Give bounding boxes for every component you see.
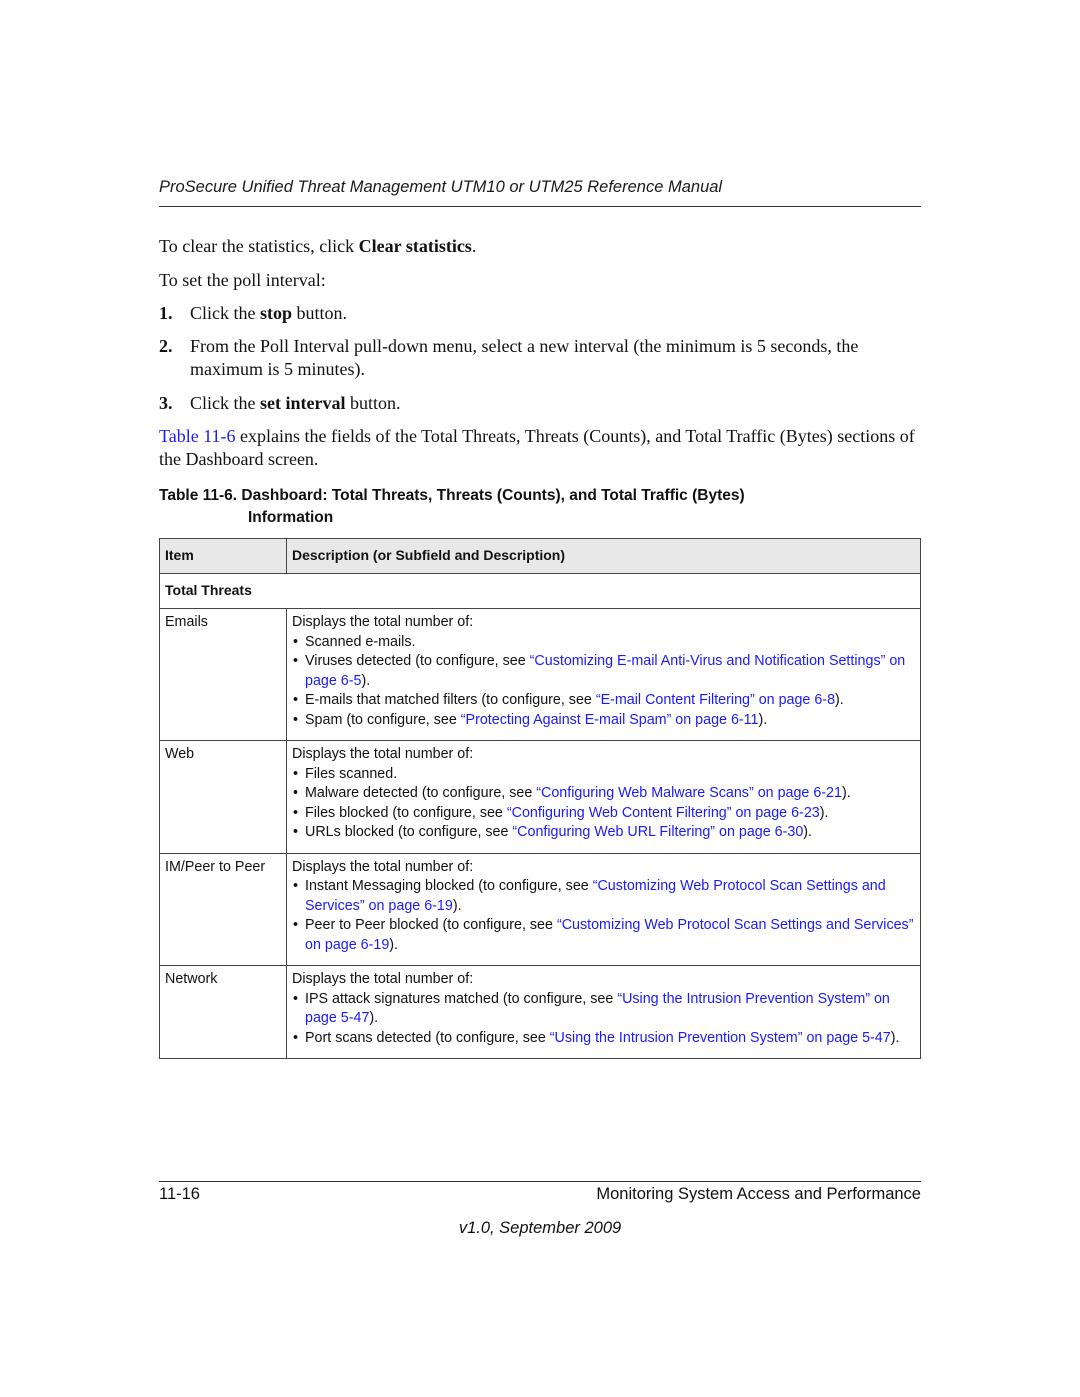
bullet-item: Peer to Peer blocked (to configure, see … bbox=[292, 916, 915, 955]
bullet-text: Viruses detected (to configure, see bbox=[305, 653, 530, 669]
bullet-item: Instant Messaging blocked (to configure,… bbox=[292, 877, 915, 916]
bullet-text-end: ). bbox=[452, 897, 462, 914]
running-header: ProSecure Unified Threat Management UTM1… bbox=[159, 178, 723, 196]
description-cell: Displays the total number of: Scanned e-m… bbox=[286, 608, 921, 741]
bullet-text-end: ). bbox=[758, 711, 768, 728]
text: explains the fields of the Total Threats… bbox=[159, 426, 915, 469]
description-intro: Displays the total number of: bbox=[292, 858, 474, 875]
bullet-text: Files scanned. bbox=[305, 765, 398, 782]
text: Click the bbox=[190, 393, 260, 413]
bullet-text: Instant Messaging blocked (to configure,… bbox=[305, 878, 593, 894]
bullet-item: E-mails that matched filters (to configu… bbox=[292, 691, 915, 711]
table-reference-paragraph: Table 11-6 explains the fields of the To… bbox=[159, 425, 921, 471]
header-divider bbox=[159, 206, 921, 207]
bullet-text: Spam (to configure, see bbox=[305, 711, 461, 728]
column-header-item: Item bbox=[159, 538, 287, 574]
version-date: v1.0, September 2009 bbox=[458, 1219, 622, 1237]
table-header-row: Item Description (or Subfield and Descri… bbox=[159, 538, 921, 574]
cross-reference-link[interactable]: “Configuring Web Content Filtering” on p… bbox=[507, 805, 820, 821]
bullet-item: Malware detected (to configure, see “Con… bbox=[292, 784, 915, 804]
bullet-text: Scanned e-mails. bbox=[305, 633, 416, 650]
bullet-item: IPS attack signatures matched (to config… bbox=[292, 990, 915, 1029]
item-cell: IM/Peer to Peer bbox=[159, 852, 287, 966]
caption-line-1: Table 11-6. Dashboard: Total Threats, Th… bbox=[159, 487, 745, 504]
item-cell: Emails bbox=[159, 608, 287, 741]
column-header-description: Description (or Subfield and Description… bbox=[286, 538, 921, 574]
caption-line-2: Information bbox=[248, 509, 334, 526]
section-row: Total Threats bbox=[159, 573, 921, 609]
step-number: 2. bbox=[159, 336, 173, 356]
bullet-text: E-mails that matched filters (to configu… bbox=[305, 692, 596, 708]
text: button. bbox=[345, 393, 401, 413]
cross-reference-link[interactable]: “E-mail Content Filtering” on page 6-8 bbox=[596, 692, 835, 708]
bullet-item: Viruses detected (to configure, see “Cus… bbox=[292, 652, 915, 691]
description-cell: Displays the total number of: Files scann… bbox=[286, 740, 921, 854]
bullet-text: Peer to Peer blocked (to configure, see bbox=[305, 917, 557, 933]
bullet-text-end: ). bbox=[890, 1029, 900, 1046]
bullet-text-end: ). bbox=[841, 785, 851, 801]
clear-statistics-term: Clear statistics bbox=[358, 236, 472, 256]
footer-divider bbox=[159, 1181, 921, 1182]
description-intro: Displays the total number of: bbox=[292, 971, 474, 987]
cross-reference-link[interactable]: “Protecting Against E-mail Spam” on page… bbox=[461, 712, 759, 728]
step-text: Click the set interval button. bbox=[190, 392, 920, 415]
bullet-text: Files blocked (to configure, see bbox=[305, 804, 507, 821]
section-title: Total Threats bbox=[159, 573, 921, 609]
table-caption: Table 11-6. Dashboard: Total Threats, Th… bbox=[159, 485, 921, 529]
bullet-text: IPS attack signatures matched (to config… bbox=[305, 990, 618, 1007]
bullet-text: URLs blocked (to configure, see bbox=[305, 824, 513, 840]
text: button. bbox=[292, 303, 348, 323]
bullet-list: Files scanned. Malware detected (to confi… bbox=[292, 765, 915, 843]
table-row: IM/Peer to Peer Displays the total number… bbox=[159, 852, 921, 966]
step-number: 1. bbox=[159, 303, 173, 323]
description-intro: Displays the total number of: bbox=[292, 746, 474, 762]
description-cell: Displays the total number of: IPS attack … bbox=[286, 965, 921, 1059]
bullet-list: Instant Messaging blocked (to configure,… bbox=[292, 877, 915, 955]
description-intro: Displays the total number of: bbox=[292, 614, 474, 630]
step-text: Click the stop button. bbox=[190, 302, 920, 325]
bullet-list: Scanned e-mails. Viruses detected (to con… bbox=[292, 633, 915, 731]
bullet-text: Malware detected (to configure, see bbox=[305, 785, 537, 801]
clear-statistics-paragraph: To clear the statistics, click Clear sta… bbox=[159, 235, 476, 258]
chapter-title: Monitoring System Access and Performance bbox=[596, 1185, 921, 1203]
item-cell: Web bbox=[159, 740, 287, 854]
bullet-item: Files blocked (to configure, see “Config… bbox=[292, 804, 915, 824]
step-number: 3. bbox=[159, 393, 173, 413]
table-11-6-link[interactable]: Table 11-6 bbox=[159, 426, 236, 446]
set-interval-term: set interval bbox=[260, 393, 346, 413]
text: . bbox=[471, 236, 477, 256]
poll-interval-intro: To set the poll interval: bbox=[159, 270, 326, 290]
table-row: Emails Displays the total number of: Scann… bbox=[159, 608, 921, 741]
table-row: Network Displays the total number of: IPS … bbox=[159, 965, 921, 1059]
bullet-text-end: ). bbox=[803, 824, 813, 840]
table-row: Web Displays the total number of: Files sc… bbox=[159, 740, 921, 854]
bullet-list: IPS attack signatures matched (to config… bbox=[292, 990, 915, 1049]
bullet-text-end: ). bbox=[389, 936, 399, 953]
bullet-text-end: ). bbox=[835, 692, 844, 708]
item-cell: Network bbox=[159, 965, 287, 1059]
page-number: 11-16 bbox=[159, 1185, 200, 1203]
bullet-text: Port scans detected (to configure, see bbox=[305, 1029, 550, 1046]
bullet-item: Files scanned. bbox=[292, 765, 915, 785]
bullet-text-end: ). bbox=[361, 672, 371, 689]
bullet-item: Port scans detected (to configure, see “… bbox=[292, 1029, 915, 1049]
stop-term: stop bbox=[260, 303, 293, 323]
cross-reference-link[interactable]: “Configuring Web URL Filtering” on page … bbox=[512, 824, 803, 840]
step-text: From the Poll Interval pull-down menu, s… bbox=[190, 336, 859, 379]
bullet-item: URLs blocked (to configure, see “Configu… bbox=[292, 823, 915, 843]
description-cell: Displays the total number of: Instant Mes… bbox=[286, 852, 921, 966]
text: To clear the statistics, click bbox=[159, 236, 359, 256]
bullet-text-end: ). bbox=[819, 804, 829, 821]
bullet-item: Spam (to configure, see “Protecting Agai… bbox=[292, 711, 915, 731]
bullet-item: Scanned e-mails. bbox=[292, 633, 915, 653]
cross-reference-link[interactable]: “Configuring Web Malware Scans” on page … bbox=[536, 785, 842, 801]
dashboard-fields-table: Item Description (or Subfield and Descri… bbox=[159, 538, 921, 1059]
text: Click the bbox=[190, 303, 260, 323]
bullet-text-end: ). bbox=[369, 1010, 379, 1026]
cross-reference-link[interactable]: “Using the Intrusion Prevention System” … bbox=[550, 1030, 891, 1046]
